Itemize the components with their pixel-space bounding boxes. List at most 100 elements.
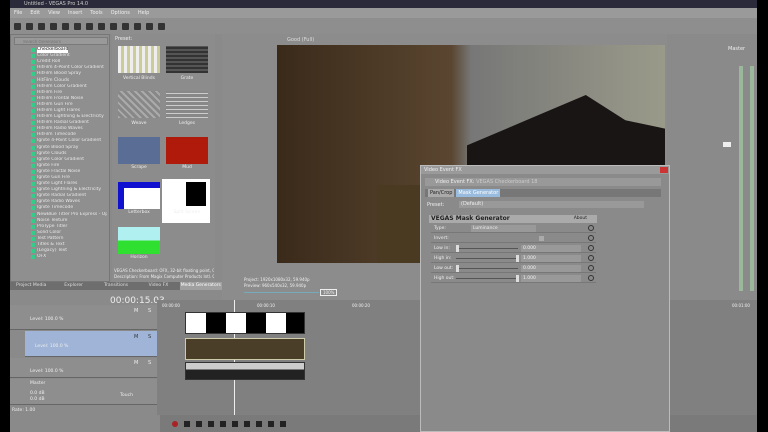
generator-icon: [31, 96, 35, 101]
automation-mode[interactable]: Touch: [120, 393, 133, 398]
solo-button[interactable]: S: [148, 360, 151, 366]
mute-button[interactable]: M: [134, 360, 138, 366]
new-icon[interactable]: [14, 22, 21, 30]
param-slider[interactable]: [456, 278, 518, 279]
animate-icon[interactable]: [588, 255, 594, 261]
solo-button[interactable]: S: [148, 334, 151, 340]
help-icon[interactable]: [158, 22, 165, 30]
param-value[interactable]: 0.000: [521, 245, 581, 252]
open-icon[interactable]: [26, 22, 33, 30]
next-frame-icon[interactable]: [280, 420, 286, 427]
tab-transitions[interactable]: Transitions: [95, 282, 137, 290]
animate-icon[interactable]: [588, 275, 594, 281]
preset-letterbox[interactable]: [118, 182, 160, 209]
stop-icon[interactable]: [232, 420, 238, 427]
generator-item[interactable]: OFX: [31, 254, 107, 260]
tab-video-fx[interactable]: Video FX: [137, 282, 179, 290]
param-slider[interactable]: [456, 268, 518, 269]
animate-icon[interactable]: [588, 245, 594, 251]
plugin-pan-crop[interactable]: Pan/Crop: [428, 189, 455, 197]
param-slider[interactable]: [456, 258, 518, 259]
video-clip-bottom[interactable]: [185, 362, 305, 380]
preset-weave[interactable]: [118, 91, 160, 118]
play-from-start-icon[interactable]: [196, 420, 202, 427]
param-value[interactable]: 0.000: [521, 265, 581, 272]
generator-icon: [31, 102, 35, 107]
preset-mud[interactable]: [166, 137, 208, 164]
undo-icon[interactable]: [122, 22, 129, 30]
master-track[interactable]: Master 0.0 dB 0.0 dB Touch: [10, 379, 157, 405]
preset-split-screen[interactable]: [162, 179, 210, 223]
go-to-start-icon[interactable]: [244, 420, 250, 427]
search-input[interactable]: [14, 37, 108, 45]
play-icon[interactable]: [208, 420, 214, 427]
preset-horizon[interactable]: [118, 227, 160, 254]
generator-icon: [31, 151, 35, 156]
menu-options[interactable]: Options: [111, 8, 130, 18]
slider-handle[interactable]: [456, 265, 459, 272]
preset-grate[interactable]: [166, 46, 208, 73]
video-track-1[interactable]: Level: 100.0 % M S: [10, 305, 157, 330]
tab-project-media[interactable]: Project Media: [10, 282, 52, 290]
paste-icon[interactable]: [110, 22, 117, 30]
mute-button[interactable]: M: [134, 308, 138, 314]
go-to-end-icon[interactable]: [256, 420, 262, 427]
video-track-2[interactable]: Level: 100.0 % M S: [25, 331, 157, 357]
video-clip[interactable]: [185, 338, 305, 360]
plugin-icon[interactable]: [146, 22, 153, 30]
animate-icon[interactable]: [588, 235, 594, 241]
tab-explorer[interactable]: Explorer: [52, 282, 94, 290]
copy-icon[interactable]: [98, 22, 105, 30]
generator-icon: [31, 194, 35, 199]
slider-handle[interactable]: [456, 245, 459, 252]
slider-handle[interactable]: [516, 275, 519, 282]
record-icon[interactable]: [172, 420, 178, 427]
save-as-icon[interactable]: [50, 22, 57, 30]
generator-icon: [31, 218, 35, 223]
menu-tools[interactable]: Tools: [90, 8, 102, 18]
plugin-mask-generator[interactable]: Mask Generator: [456, 189, 501, 197]
invert-checkbox[interactable]: [539, 236, 544, 241]
preview-scrub-bar[interactable]: [244, 292, 319, 293]
param-value[interactable]: 1.000: [521, 255, 581, 262]
render-icon[interactable]: [62, 22, 69, 30]
master-label: Master: [728, 46, 746, 52]
param-row: Type: Luminance: [431, 224, 596, 233]
preset-vertical-blinds[interactable]: [118, 46, 160, 73]
plugin-title-text: VEGAS Mask Generator: [431, 215, 510, 222]
menu-insert[interactable]: Insert: [68, 8, 82, 18]
preset-scrape[interactable]: [118, 137, 160, 164]
pause-icon[interactable]: [220, 420, 226, 427]
cut-icon[interactable]: [86, 22, 93, 30]
preset-dropdown[interactable]: (Default): [459, 201, 644, 208]
generator-item-label: HitFilm Fire: [37, 89, 63, 95]
preset-ledges[interactable]: [166, 91, 208, 118]
properties-icon[interactable]: [74, 22, 81, 30]
loop-icon[interactable]: [184, 420, 190, 427]
slider-handle[interactable]: [516, 255, 519, 262]
menu-view[interactable]: View: [48, 8, 60, 18]
animate-icon[interactable]: [588, 265, 594, 271]
ruler-tick-label: 00:01:00: [732, 303, 750, 308]
mute-button[interactable]: M: [134, 334, 138, 340]
generator-icon: [31, 212, 35, 217]
param-slider[interactable]: [456, 248, 518, 249]
menu-file[interactable]: File: [14, 8, 22, 18]
about-button[interactable]: About: [574, 215, 587, 223]
previous-frame-icon[interactable]: [268, 420, 274, 427]
param-row: High out: 1.000: [431, 274, 596, 283]
type-dropdown[interactable]: Luminance: [471, 225, 536, 232]
param-value[interactable]: 1.000: [521, 275, 581, 282]
master-fader[interactable]: [723, 142, 731, 147]
animate-icon[interactable]: [588, 225, 594, 231]
video-track-3[interactable]: Level: 100.0 % M S: [10, 358, 157, 378]
checkerboard-clip[interactable]: [185, 312, 305, 334]
solo-button[interactable]: S: [148, 308, 151, 314]
close-icon[interactable]: [660, 167, 668, 173]
save-icon[interactable]: [38, 22, 45, 30]
redo-icon[interactable]: [134, 22, 141, 30]
menu-edit[interactable]: Edit: [30, 8, 40, 18]
preview-quality-dropdown[interactable]: Good (Full): [287, 37, 314, 43]
menu-help[interactable]: Help: [138, 8, 149, 18]
tab-media-generators[interactable]: Media Generators: [179, 282, 223, 290]
